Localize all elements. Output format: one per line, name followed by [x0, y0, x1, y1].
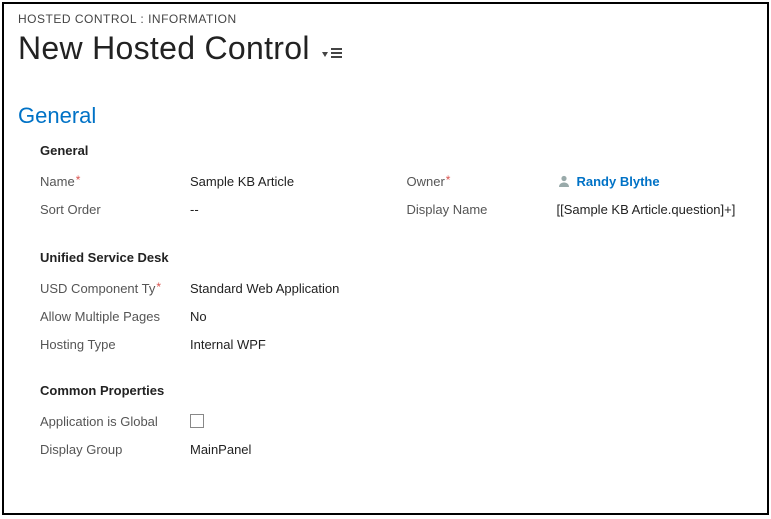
value-hosting-type[interactable]: Internal WPF [190, 337, 753, 352]
value-app-global [190, 414, 753, 428]
required-star-icon: * [156, 280, 161, 294]
value-sort-order[interactable]: -- [190, 202, 387, 217]
form-page: HOSTED CONTROL : INFORMATION New Hosted … [2, 2, 769, 515]
page-title: New Hosted Control [18, 30, 310, 67]
subsection-common: Common Properties Application is Global … [40, 383, 753, 462]
value-component-type[interactable]: Standard Web Application [190, 281, 753, 296]
field-component-type: USD Component Ty* Standard Web Applicati… [40, 275, 753, 301]
breadcrumb: HOSTED CONTROL : INFORMATION [18, 12, 753, 26]
field-owner: Owner* Randy Blythe [407, 168, 754, 194]
field-display-name: Display Name [[Sample KB Article.questio… [407, 196, 754, 222]
label-component-type: USD Component Ty* [40, 281, 190, 296]
label-app-global: Application is Global [40, 414, 190, 429]
title-menu-icon[interactable] [322, 48, 342, 58]
subsection-header-usd: Unified Service Desk [40, 250, 753, 265]
label-allow-multi: Allow Multiple Pages [40, 309, 190, 324]
value-allow-multi[interactable]: No [190, 309, 753, 324]
chevron-down-icon [322, 52, 328, 57]
value-name[interactable]: Sample KB Article [190, 174, 387, 189]
title-row: New Hosted Control [18, 30, 753, 67]
subsection-general: General Name* Sample KB Article Sort Ord… [40, 143, 753, 224]
value-display-name[interactable]: [[Sample KB Article.question]+] [557, 202, 754, 217]
field-hosting-type: Hosting Type Internal WPF [40, 331, 753, 357]
person-icon [557, 174, 571, 188]
label-name: Name* [40, 174, 190, 189]
owner-link[interactable]: Randy Blythe [577, 174, 660, 189]
field-allow-multi: Allow Multiple Pages No [40, 303, 753, 329]
field-display-group: Display Group MainPanel [40, 436, 753, 462]
subsection-header-common: Common Properties [40, 383, 753, 398]
label-display-group: Display Group [40, 442, 190, 457]
field-name: Name* Sample KB Article [40, 168, 387, 194]
value-owner[interactable]: Randy Blythe [557, 174, 754, 189]
field-sort-order: Sort Order -- [40, 196, 387, 222]
label-hosting-type: Hosting Type [40, 337, 190, 352]
subsection-usd: Unified Service Desk USD Component Ty* S… [40, 250, 753, 357]
label-sort-order: Sort Order [40, 202, 190, 217]
label-display-name: Display Name [407, 202, 557, 217]
menu-lines-icon [331, 48, 342, 58]
label-owner: Owner* [407, 174, 557, 189]
checkbox-app-global[interactable] [190, 414, 204, 428]
section-title: General [18, 103, 753, 129]
subsection-header-general: General [40, 143, 753, 158]
required-star-icon: * [446, 173, 451, 187]
value-display-group[interactable]: MainPanel [190, 442, 753, 457]
required-star-icon: * [76, 173, 81, 187]
field-app-global: Application is Global [40, 408, 753, 434]
